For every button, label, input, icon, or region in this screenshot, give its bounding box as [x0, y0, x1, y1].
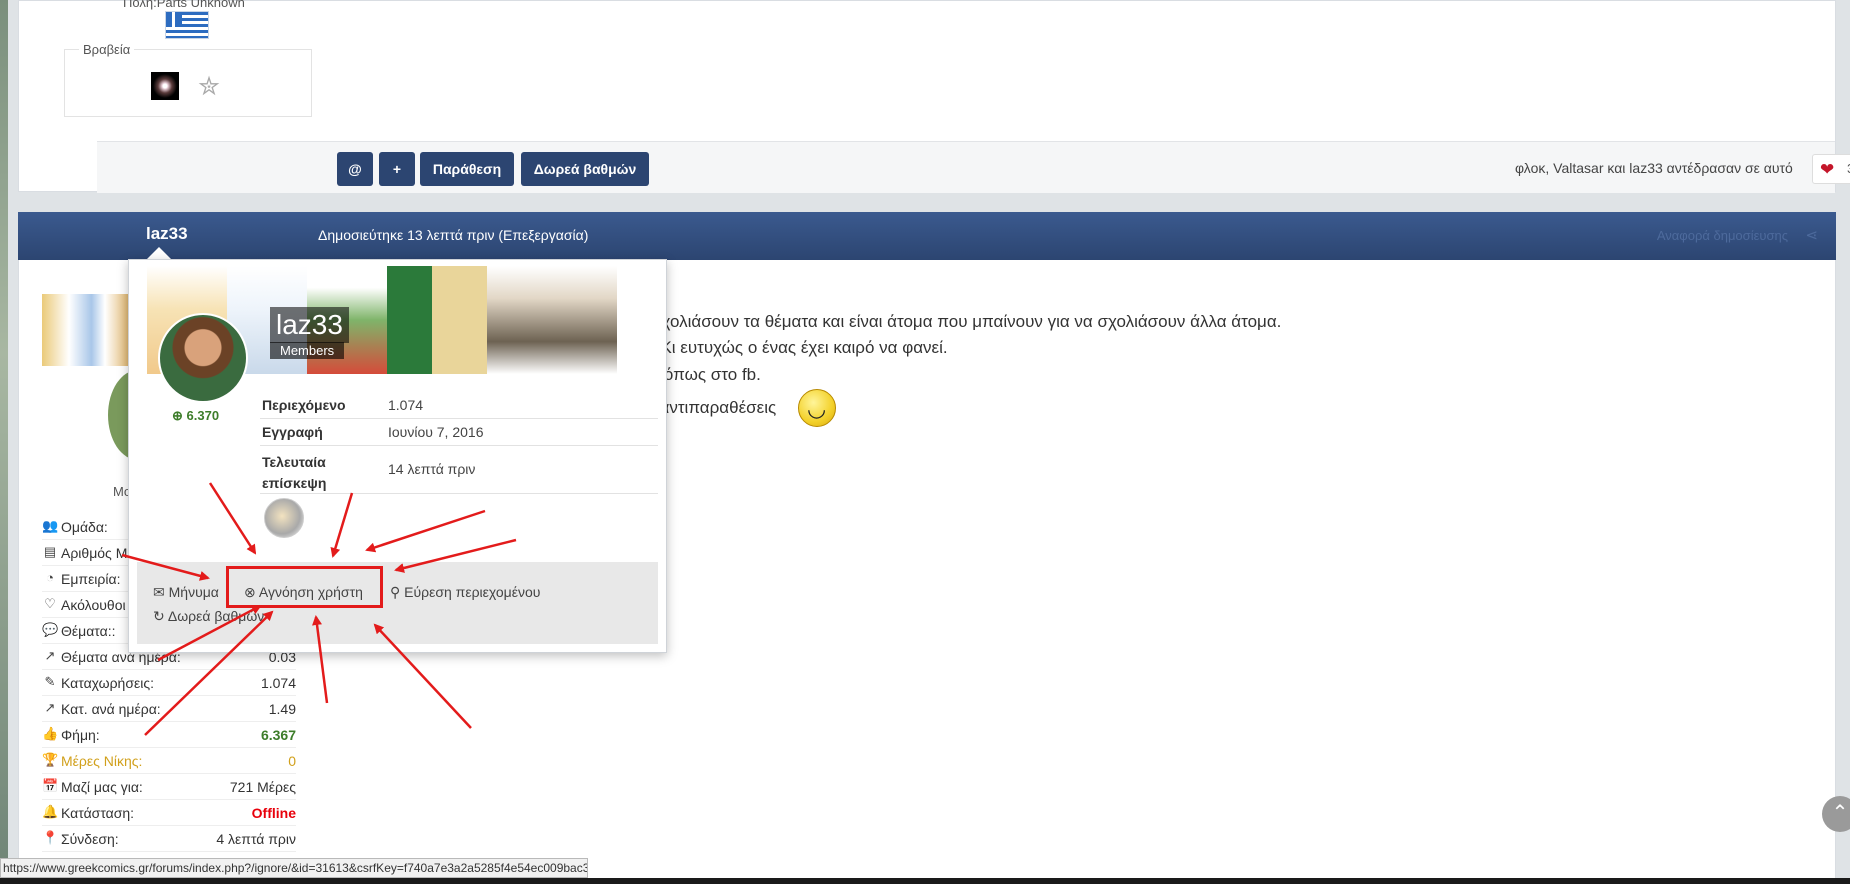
taskbar-strip [0, 878, 1850, 884]
browser-status-url: https://www.greekcomics.gr/forums/index.… [0, 858, 588, 878]
annotation-arrows [121, 482, 517, 736]
scroll-to-top-button[interactable]: ⌃ [1822, 796, 1850, 832]
